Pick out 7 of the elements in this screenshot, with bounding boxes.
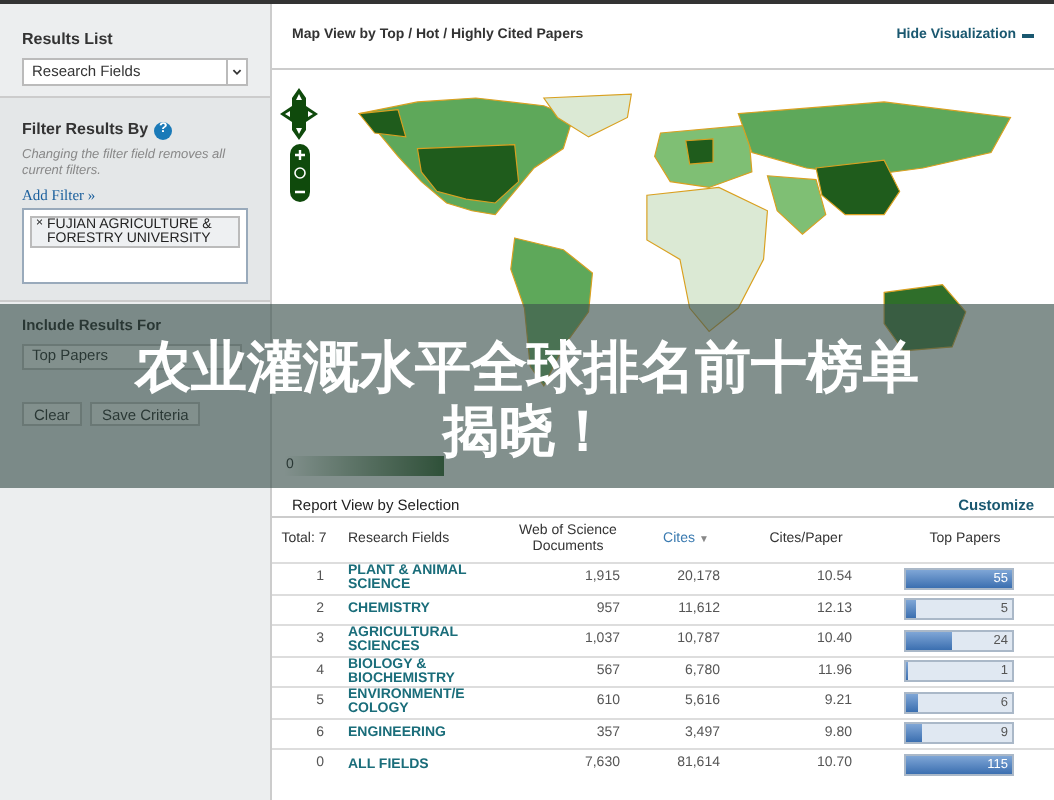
zoom-control-icon[interactable] bbox=[289, 144, 309, 202]
filter-label: Filter Results By bbox=[22, 118, 149, 142]
minus-icon bbox=[1022, 34, 1034, 38]
pan-control-icon[interactable] bbox=[280, 88, 318, 140]
results-list-label: Results List bbox=[22, 28, 115, 52]
headline-text: 揭晓！ bbox=[443, 400, 611, 464]
chevron-down-icon bbox=[226, 60, 246, 84]
